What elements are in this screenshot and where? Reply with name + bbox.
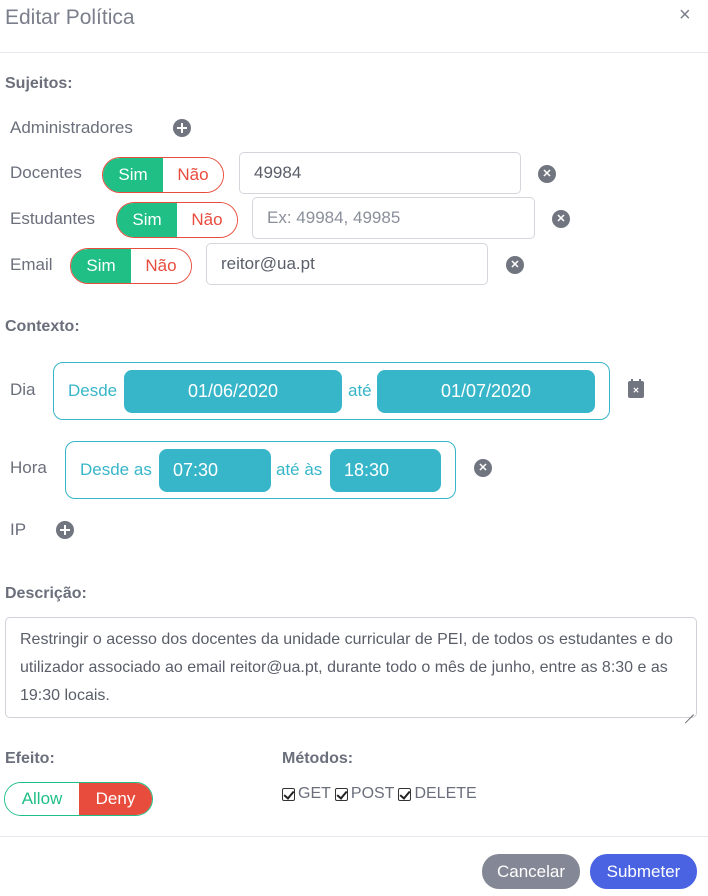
effect-toggle[interactable]: Allow Deny [4,782,153,816]
description-heading: Descrição: [5,585,87,602]
modal-header: Editar Política × [0,0,708,53]
close-icon[interactable]: × [679,4,691,27]
docentes-label: Docentes [10,163,82,182]
estudantes-sim-option[interactable]: Sim [117,203,177,237]
method-delete[interactable]: DELETE [398,785,477,803]
effect-heading: Efeito: [5,750,55,767]
checkbox-checked-icon[interactable] [398,787,412,801]
method-get-label: GET [298,785,331,802]
date-to-label: até [348,381,372,400]
docentes-nao-option[interactable]: Não [163,158,223,192]
methods-list: GET POST DELETE [282,785,481,803]
time-from-label: Desde as [80,460,152,479]
date-from-input[interactable]: 01/06/2020 [124,370,342,413]
add-ip-icon[interactable] [56,521,74,539]
description-text: Restringir o acesso dos docentes da unid… [20,631,673,704]
email-remove-icon[interactable]: ✕ [506,256,524,274]
modal-title: Editar Política [5,6,135,29]
description-textarea[interactable]: Restringir o acesso dos docentes da unid… [5,617,697,718]
submit-button[interactable]: Submeter [590,854,697,889]
calendar-clear-icon[interactable] [628,379,644,398]
checkbox-checked-icon[interactable] [334,787,348,801]
estudantes-nao-option[interactable]: Não [177,203,237,237]
time-range: Desde as 07:30 até às 18:30 [65,441,456,499]
email-input[interactable]: reitor@ua.pt [206,243,488,285]
email-sim-option[interactable]: Sim [71,249,131,283]
subjects-heading: Sujeitos: [5,75,73,92]
resize-grip-icon[interactable] [685,706,694,715]
methods-heading: Métodos: [282,750,354,767]
hora-label: Hora [10,458,47,477]
dia-label: Dia [10,380,36,399]
effect-deny-option[interactable]: Deny [79,783,152,815]
method-post-label: POST [350,785,395,802]
date-to-input[interactable]: 01/07/2020 [377,370,595,413]
email-label: Email [10,255,53,274]
docentes-input[interactable]: 49984 [239,152,521,194]
time-to-label: até às [276,460,323,479]
docentes-toggle[interactable]: Sim Não [102,157,224,193]
estudantes-label: Estudantes [10,209,96,228]
cancel-button[interactable]: Cancelar [482,854,580,889]
estudantes-remove-icon[interactable]: ✕ [552,210,570,228]
context-heading: Contexto: [5,318,80,335]
email-nao-option[interactable]: Não [131,249,191,283]
add-administrador-icon[interactable] [173,119,191,137]
effect-allow-option[interactable]: Allow [5,783,79,815]
estudantes-toggle[interactable]: Sim Não [116,202,238,238]
footer-divider [0,836,708,837]
administradores-label: Administradores [10,118,133,137]
method-delete-label: DELETE [414,785,477,802]
time-from-input[interactable]: 07:30 [159,449,271,492]
method-post[interactable]: POST [334,785,395,803]
checkbox-checked-icon[interactable] [282,787,295,801]
ip-label: IP [10,520,27,539]
estudantes-input[interactable]: Ex: 49984, 49985 [252,197,535,239]
time-to-input[interactable]: 18:30 [330,449,441,492]
docentes-remove-icon[interactable]: ✕ [538,165,556,183]
time-remove-icon[interactable]: ✕ [474,459,492,477]
date-range: Desde 01/06/2020 até 01/07/2020 [53,362,610,420]
date-from-label: Desde [68,381,118,400]
method-get[interactable]: GET [282,785,331,803]
docentes-sim-option[interactable]: Sim [103,158,163,192]
email-toggle[interactable]: Sim Não [70,248,192,284]
